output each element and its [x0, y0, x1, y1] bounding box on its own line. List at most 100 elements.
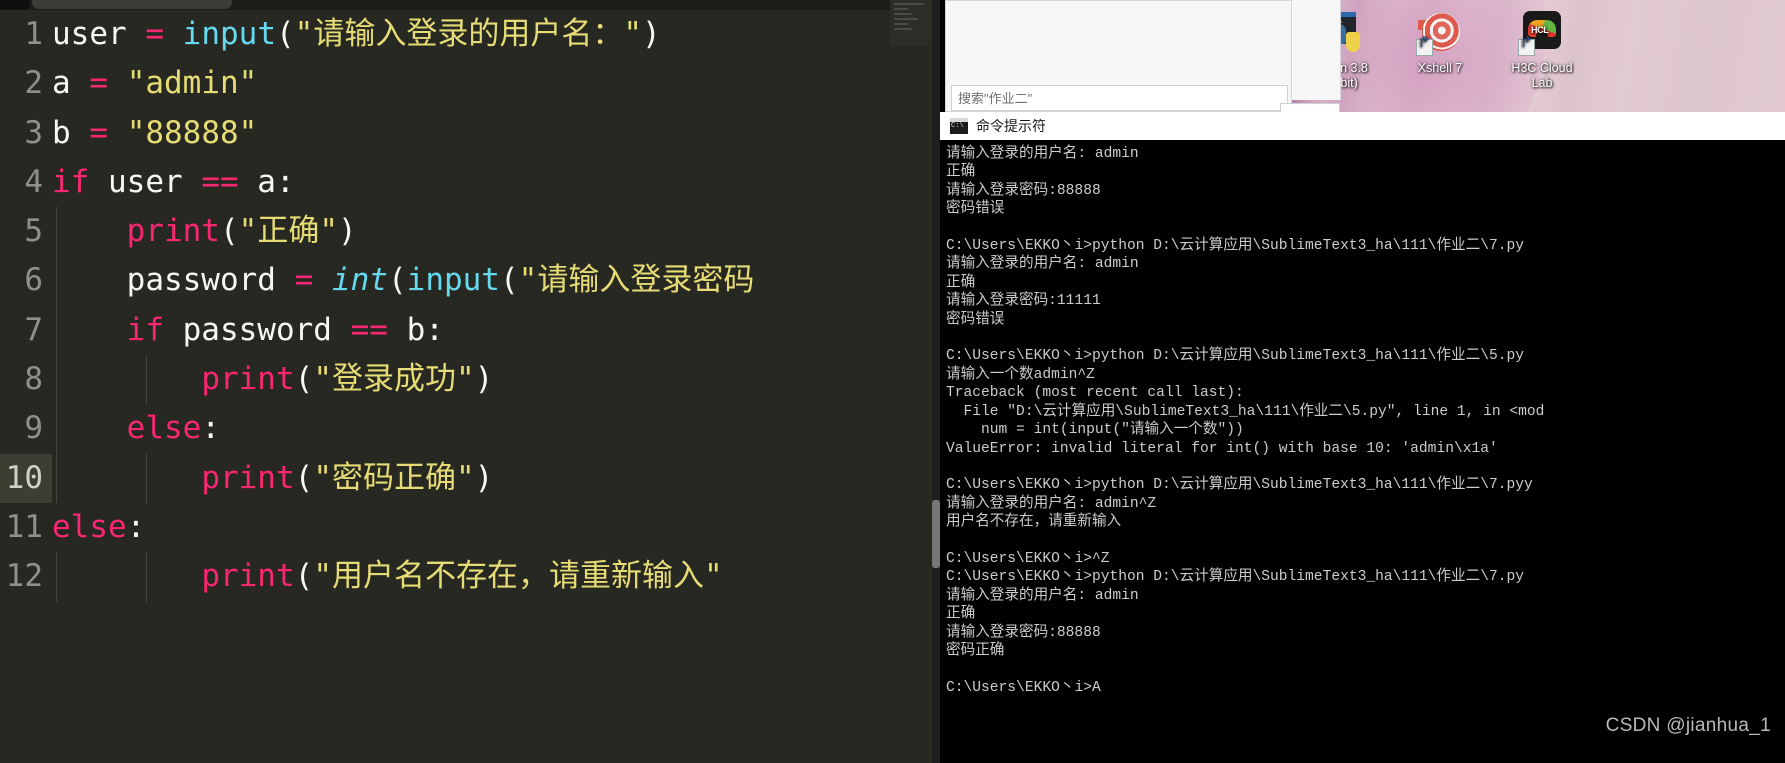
line-number: 5 [24, 213, 43, 250]
code-line[interactable]: 12 print("用户名不存在，请重新输入" [0, 552, 932, 602]
code-line[interactable]: 2a = "admin" [0, 59, 932, 108]
code-line[interactable]: 5 print("正确") [0, 207, 932, 257]
code-line-text: a = "admin" [52, 59, 932, 108]
line-number: 9 [24, 410, 43, 447]
cmd-title-bar[interactable]: 命令提示符 [940, 112, 1785, 140]
command-prompt-window[interactable]: 命令提示符 请输入登录的用户名: admin正确请输入登录密码:88888密码错… [940, 112, 1785, 763]
code-token: a [52, 65, 71, 102]
cmd-line: C:\Users\EKKO丶i>python D:\云计算应用\SublimeT… [946, 477, 1533, 494]
cmd-line: 密码正确 [946, 642, 1005, 659]
code-token: "密码正确" [313, 459, 475, 496]
code-token: "正确" [238, 213, 338, 250]
explorer-search-box[interactable]: 搜索"作业二" [951, 85, 1288, 111]
file-explorer-window[interactable]: 搜索"作业二" [945, 0, 1292, 112]
cmd-line: 请输入登录的用户名: admin [946, 256, 1139, 273]
line-number: 3 [24, 114, 43, 151]
code-line[interactable]: 4 if user == a: [0, 158, 932, 207]
code-line-text: print("用户名不存在，请重新输入" [52, 552, 932, 602]
cmd-line: 请输入登录密码:88888 [946, 624, 1101, 641]
code-token: else [52, 508, 127, 545]
editor-tab-bar[interactable] [0, 0, 932, 10]
code-token: b: [387, 311, 444, 348]
line-number: 2 [24, 65, 43, 102]
code-line[interactable]: 6 password = int(input("请输入登录密码 [0, 256, 932, 306]
code-token: input [182, 16, 276, 52]
code-token: print [201, 361, 295, 398]
line-number: 4 [24, 163, 43, 200]
cmd-line: 请输入一个数admin^Z [946, 366, 1095, 383]
code-line[interactable]: 8 print("登录成功") [0, 355, 932, 405]
cmd-line: C:\Users\EKKO丶i>python D:\云计算应用\SublimeT… [946, 348, 1524, 365]
shortcut-arrow-icon [1416, 39, 1433, 56]
csdn-watermark: CSDN @jianhua_1 [1605, 715, 1771, 736]
cmd-line: ValueError: invalid literal for int() wi… [946, 440, 1498, 457]
code-token: ( [294, 361, 314, 398]
code-token: : [126, 508, 146, 545]
cmd-line [946, 219, 1785, 237]
cmd-line: 正确 [946, 164, 976, 181]
code-line-text: password = int(input("请输入登录密码 [52, 256, 932, 306]
code-line[interactable]: 1 user = input("请输入登录的用户名：") [0, 10, 932, 59]
code-line[interactable]: 7 if password == b: [0, 305, 932, 356]
cmd-line [946, 660, 1785, 678]
explorer-search-placeholder: 搜索"作业二" [958, 91, 1033, 106]
desktop-icon-h3c-cloud-lab[interactable]: HCL H3C Cloud Lab [1494, 8, 1590, 91]
line-number: 1 [24, 16, 43, 52]
code-line-text: print("正确") [52, 207, 932, 257]
code-token: = [89, 114, 109, 151]
code-line[interactable]: 10 print("密码正确") [0, 453, 932, 503]
cmd-line: 密码错误 [946, 201, 1005, 218]
line-number: 10 [0, 453, 52, 503]
editor-tab-active[interactable] [0, 0, 30, 10]
shortcut-arrow-icon [1518, 39, 1535, 56]
code-token: a: [238, 163, 295, 200]
code-token: ( [499, 262, 519, 299]
desktop-icon-xshell[interactable]: Xshell 7 [1392, 8, 1488, 91]
sublime-text-editor[interactable]: 1 user = input("请输入登录的用户名：") 2 a = "admin" 3… [0, 0, 932, 763]
cmd-line: 正确 [946, 274, 976, 291]
cmd-line: File "D:\云计算应用\SublimeText3_ha\111\作业二\5… [946, 403, 1545, 420]
explorer-window-edge [1292, 0, 1341, 100]
cmd-line: C:\Users\EKKO丶i>python D:\云计算应用\SublimeT… [946, 569, 1524, 586]
code-token: ( [387, 262, 407, 299]
code-token: ( [219, 213, 239, 250]
cmd-scrollbar-track[interactable] [932, 0, 940, 763]
desktop-icon-row: Python 3.8 (64-bit) Xshell 7 HCL H3C Clo… [1280, 8, 1785, 91]
code-token: ( [294, 558, 314, 595]
editor-tab-inactive[interactable] [32, 0, 232, 9]
console-icon [950, 118, 968, 134]
code-area[interactable]: 1 user = input("请输入登录的用户名：") 2 a = "admin" 3… [0, 10, 932, 602]
code-token: print [126, 213, 220, 250]
h3c-cloud-lab-icon: HCL [1518, 8, 1566, 56]
line-number: 6 [24, 262, 43, 299]
code-token: print [201, 558, 295, 595]
code-token: "请输入登录的用户名：" [294, 16, 642, 52]
cmd-line: num = int(input("请输入一个数")) [946, 422, 1244, 439]
code-line[interactable]: 9 else: [0, 404, 932, 454]
code-token: print [201, 459, 295, 496]
code-token: int [331, 262, 388, 299]
code-token: if [126, 311, 164, 348]
cmd-scrollbar-thumb[interactable] [932, 500, 940, 568]
cmd-title-text: 命令提示符 [976, 118, 1046, 134]
cmd-output-area[interactable]: 请输入登录的用户名: admin 正确 请输入登录密码:88888 密码错误 C:\U… [940, 140, 1785, 763]
code-token: ) [642, 16, 661, 52]
cmd-line: C:\Users\EKKO丶i>python D:\云计算应用\SublimeT… [946, 238, 1524, 255]
cmd-line: Traceback (most recent call last): [946, 385, 1244, 402]
code-token: ( [276, 16, 295, 52]
code-token: "admin" [126, 65, 258, 102]
code-line[interactable]: 3b = "88888" [0, 109, 932, 158]
code-line[interactable]: 11 else: [0, 503, 932, 552]
